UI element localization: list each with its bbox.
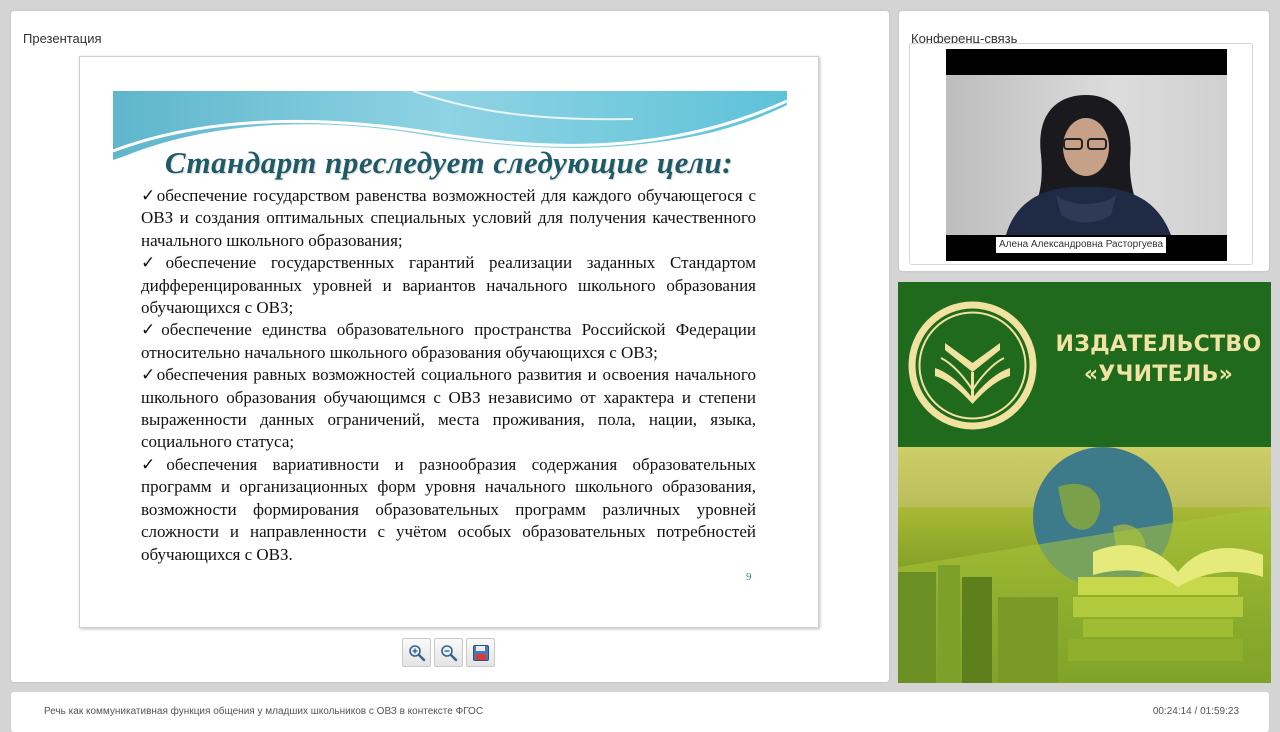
save-button[interactable] (466, 638, 495, 667)
publisher-name-line2: «УЧИТЕЛЬ» (1083, 362, 1234, 387)
slide-bullet: ✓обеспечения вариативности и разнообрази… (141, 454, 756, 564)
webcam-video[interactable]: Алена Александровна Расторгуева (946, 49, 1227, 261)
books-and-globe-image (898, 447, 1271, 683)
publisher-name: ИЗДАТЕЛЬСТВО «УЧИТЕЛЬ» (1046, 330, 1271, 390)
slide-bullet: ✓обеспечение государственных гарантий ре… (141, 253, 756, 318)
slide-body: ✓обеспечение государством равенства возм… (141, 185, 756, 566)
course-title: Речь как коммуникативная функция общения… (44, 706, 484, 717)
slide-page-number: 9 (746, 571, 752, 583)
playback-time: 00:24:14 / 01:59:23 (1152, 706, 1239, 717)
floppy-disk-icon (472, 644, 489, 661)
zoom-out-icon (440, 644, 457, 661)
presentation-panel-title: Презентация (23, 31, 102, 46)
video-frame: Алена Александровна Расторгуева (909, 43, 1253, 265)
speaker-name-label: Алена Александровна Расторгуева (996, 237, 1167, 253)
zoom-out-button[interactable] (434, 638, 463, 667)
footer-bar: Речь как коммуникативная функция общения… (11, 692, 1269, 732)
slide-bullet: ✓обеспечение государством равенства возм… (141, 186, 756, 250)
speaker-silhouette (1006, 95, 1171, 235)
slide-bullet: ✓обеспечения равных возможностей социаль… (141, 365, 756, 452)
zoom-in-icon (408, 644, 425, 661)
publisher-banner-image (898, 447, 1271, 683)
publisher-logo-icon (908, 301, 1037, 430)
presentation-slide: Стандарт преследует следующие цели: ✓обе… (79, 56, 819, 628)
presentation-panel: Презентация Стандарт преследует следующи… (11, 11, 889, 682)
publisher-banner[interactable]: ИЗДАТЕЛЬСТВО «УЧИТЕЛЬ» (898, 282, 1271, 683)
slide-title: Стандарт преследует следующие цели: (164, 145, 734, 180)
conference-panel: Конференц-связь Алена Александровна Раст… (899, 11, 1269, 271)
publisher-name-line1: ИЗДАТЕЛЬСТВО (1055, 332, 1262, 357)
slide-toolbar (402, 638, 495, 668)
zoom-in-button[interactable] (402, 638, 431, 667)
video-scene (946, 75, 1227, 235)
slide-bullet: ✓обеспечение единства образовательного п… (141, 320, 756, 362)
publisher-banner-header: ИЗДАТЕЛЬСТВО «УЧИТЕЛЬ» (898, 282, 1271, 447)
